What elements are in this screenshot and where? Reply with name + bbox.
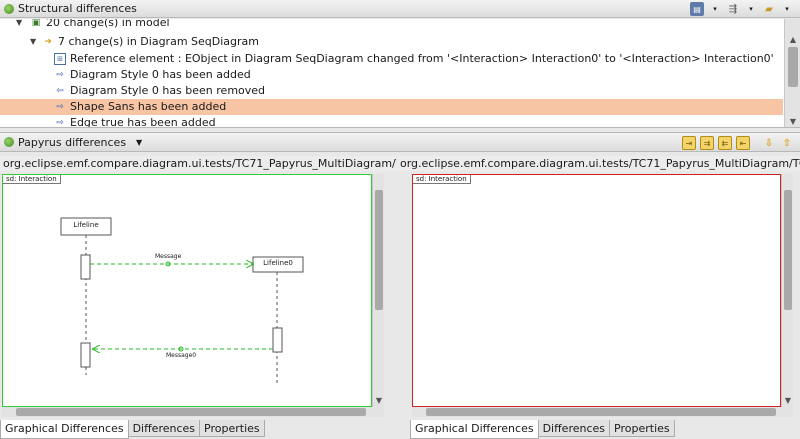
sequence-diagram <box>60 217 304 385</box>
left-model-path: org.eclipse.emf.compare.diagram.ui.tests… <box>0 156 396 171</box>
diagram-changes-icon: ➜ <box>44 37 52 47</box>
execution-spec[interactable] <box>80 254 91 280</box>
structural-differences-tree: ▼ ▣ 20 change(s) in model ▼ ➜ 7 change(s… <box>0 19 800 128</box>
execution-spec[interactable] <box>272 327 283 353</box>
expand-arrow-icon[interactable]: ▼ <box>30 34 42 50</box>
tree-row-style-removed[interactable]: ⇦ Diagram Style 0 has been removed <box>54 83 265 99</box>
structural-toolbar: ▤ ▾ ⇶ ▾ ▰ ▾ <box>690 2 794 16</box>
structural-view-title: Structural differences <box>18 2 137 15</box>
previous-difference-icon[interactable]: ⇧ <box>780 136 794 150</box>
scroll-down-icon[interactable]: ▼ <box>782 394 794 406</box>
group-icon[interactable]: ▰ <box>762 2 776 16</box>
tree-row-label: Reference element : EObject in Diagram S… <box>70 52 774 65</box>
scrollbar-thumb[interactable] <box>16 408 366 416</box>
scrollbar-thumb[interactable] <box>788 47 798 87</box>
copy-right-to-left-icon[interactable]: ⇤ <box>736 136 750 150</box>
expand-arrow-icon[interactable]: ▼ <box>16 19 30 31</box>
menu-arrow-icon[interactable]: ▾ <box>744 2 758 16</box>
tab-properties[interactable]: Properties <box>199 420 265 437</box>
left-tab-bar: Graphical Differences Differences Proper… <box>0 420 265 439</box>
tree-row-edge-added[interactable]: ⇨ Edge true has been added <box>54 115 216 128</box>
filter-icon[interactable]: ⇶ <box>726 2 740 16</box>
remove-icon: ⇦ <box>56 86 64 96</box>
menu-arrow-icon[interactable]: ▾ <box>708 2 722 16</box>
scrollbar-thumb[interactable] <box>375 190 383 310</box>
add-icon: ⇨ <box>56 118 64 128</box>
message-label: Message <box>155 253 182 260</box>
tree-row-model[interactable]: ▼ ▣ 20 change(s) in model <box>16 19 170 31</box>
lifeline-label: Lifeline <box>73 221 99 229</box>
structural-view-header: Structural differences ▤ ▾ ⇶ ▾ ▰ ▾ <box>0 0 800 18</box>
tree-row-style-added[interactable]: ⇨ Diagram Style 0 has been added <box>54 67 251 83</box>
tab-differences[interactable]: Differences <box>127 420 201 437</box>
model-icon: ▣ <box>31 19 41 28</box>
copy-all-left-to-right-icon[interactable]: ⇉ <box>700 136 714 150</box>
tab-differences[interactable]: Differences <box>537 420 611 437</box>
tab-graphical-differences[interactable]: Graphical Differences <box>0 420 129 439</box>
tab-properties[interactable]: Properties <box>609 420 675 437</box>
menu-arrow-icon[interactable]: ▾ <box>780 2 794 16</box>
lifeline-label: Lifeline0 <box>263 259 293 267</box>
right-horizontal-scrollbar[interactable] <box>412 407 793 417</box>
right-diagram-canvas[interactable]: sd: Interaction <box>412 174 781 407</box>
scroll-down-icon[interactable]: ▼ <box>787 115 799 127</box>
papyrus-view-header: Papyrus differences ▼ ⇥ ⇉ ⇇ ⇤ ⇩ ⇧ <box>0 132 800 152</box>
tree-row-label: Edge true has been added <box>70 116 216 128</box>
execution-spec[interactable] <box>80 342 91 368</box>
view-menu-icon[interactable]: ▼ <box>136 138 142 147</box>
tree-row-label: 7 change(s) in Diagram SeqDiagram <box>58 35 259 48</box>
eclipse-logo-icon <box>4 137 14 147</box>
right-vertical-scrollbar[interactable]: ▼ <box>781 174 793 407</box>
left-vertical-scrollbar[interactable]: ▼ <box>372 174 384 407</box>
tree-row-label: 20 change(s) in model <box>46 19 170 29</box>
copy-all-right-to-left-icon[interactable]: ⇇ <box>718 136 732 150</box>
right-tab-bar: Graphical Differences Differences Proper… <box>410 420 675 439</box>
tree-row-diagram[interactable]: ▼ ➜ 7 change(s) in Diagram SeqDiagram <box>30 34 259 50</box>
papyrus-view-title: Papyrus differences <box>18 135 127 149</box>
tree-vertical-scrollbar[interactable]: ▲ ▼ <box>784 19 800 127</box>
save-icon[interactable]: ▤ <box>690 2 704 16</box>
tab-graphical-differences[interactable]: Graphical Differences <box>410 420 539 439</box>
papyrus-toolbar: ⇥ ⇉ ⇇ ⇤ ⇩ ⇧ <box>682 136 794 150</box>
left-horizontal-scrollbar[interactable] <box>2 407 384 417</box>
scrollbar-thumb[interactable] <box>426 408 776 416</box>
scroll-up-icon[interactable]: ▲ <box>787 33 799 45</box>
tree-row-label: Diagram Style 0 has been added <box>70 68 251 81</box>
add-icon: ⇨ <box>56 70 64 80</box>
tree-row-shape-added-selected[interactable]: ⇨ Shape Sans has been added <box>0 99 783 115</box>
next-difference-icon[interactable]: ⇩ <box>762 136 776 150</box>
copy-left-to-right-icon[interactable]: ⇥ <box>682 136 696 150</box>
left-diagram-canvas[interactable]: sd: Interaction Lifeline Lifeline0 Messa… <box>2 174 372 407</box>
tree-row-reference-change[interactable]: ⊞ Reference element : EObject in Diagram… <box>54 51 774 67</box>
add-icon: ⇨ <box>56 102 64 112</box>
reference-change-icon: ⊞ <box>54 53 66 65</box>
scrollbar-thumb[interactable] <box>784 190 792 310</box>
message-label: Message0 <box>166 352 197 359</box>
right-model-path: org.eclipse.emf.compare.diagram.ui.tests… <box>397 156 800 171</box>
eclipse-logo-icon <box>4 3 14 14</box>
tree-row-label: Diagram Style 0 has been removed <box>70 84 266 97</box>
tree-row-label: Shape Sans has been added <box>70 100 227 113</box>
frame-label: sd: Interaction <box>413 175 471 184</box>
scroll-down-icon[interactable]: ▼ <box>373 394 385 406</box>
